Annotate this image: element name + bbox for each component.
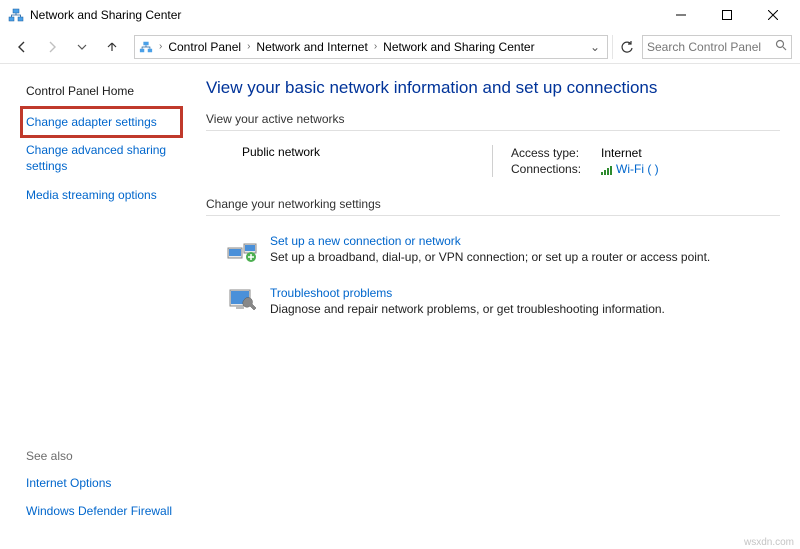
maximize-button[interactable] (704, 0, 750, 30)
recent-locations-button[interactable] (68, 33, 96, 61)
breadcrumb-item[interactable]: Control Panel (164, 36, 245, 58)
sidebar-item-internet-options[interactable]: Internet Options (26, 469, 181, 497)
breadcrumb-item[interactable]: Network and Sharing Center (379, 36, 538, 58)
watermark: wsxdn.com (744, 537, 794, 548)
troubleshoot-link[interactable]: Troubleshoot problems (270, 286, 665, 300)
navbar: › Control Panel › Network and Internet ›… (0, 30, 800, 64)
divider (206, 130, 780, 131)
main-panel: View your basic network information and … (195, 64, 800, 549)
search-icon (775, 39, 787, 54)
sidebar-item-media-streaming[interactable]: Media streaming options (26, 181, 181, 209)
troubleshoot-icon (226, 286, 258, 318)
breadcrumb[interactable]: › Control Panel › Network and Internet ›… (134, 35, 608, 59)
access-type-value: Internet (601, 146, 642, 160)
search-input[interactable]: Search Control Panel (642, 35, 792, 59)
divider (206, 215, 780, 216)
change-networking-label: Change your networking settings (206, 197, 780, 211)
chevron-right-icon[interactable]: › (245, 41, 252, 52)
close-button[interactable] (750, 0, 796, 30)
refresh-button[interactable] (612, 35, 640, 59)
back-button[interactable] (8, 33, 36, 61)
sidebar-item-firewall[interactable]: Windows Defender Firewall (26, 497, 181, 525)
access-type-label: Access type: (511, 146, 591, 160)
sidebar: Control Panel Home Change adapter settin… (0, 64, 195, 549)
wifi-signal-icon (601, 165, 612, 175)
active-networks-label: View your active networks (206, 112, 780, 126)
chevron-down-icon[interactable]: ⌄ (585, 40, 605, 54)
setup-connection-item: Set up a new connection or network Set u… (206, 226, 780, 278)
network-sharing-icon (135, 40, 157, 54)
see-also-label: See also (26, 443, 181, 469)
content: Control Panel Home Change adapter settin… (0, 64, 800, 549)
setup-connection-link[interactable]: Set up a new connection or network (270, 234, 710, 248)
active-network-row: Public network Access type: Internet Con… (206, 141, 780, 191)
breadcrumb-item[interactable]: Network and Internet (252, 36, 371, 58)
forward-button[interactable] (38, 33, 66, 61)
network-sharing-icon (8, 7, 24, 23)
troubleshoot-desc: Diagnose and repair network problems, or… (270, 302, 665, 316)
connection-link[interactable]: Wi-Fi ( ) (601, 162, 659, 176)
setup-network-icon (226, 234, 258, 266)
network-category: Public network (242, 145, 492, 159)
chevron-right-icon[interactable]: › (157, 41, 164, 52)
connection-name: Wi-Fi ( ) (616, 162, 659, 176)
page-heading: View your basic network information and … (206, 78, 780, 98)
setup-connection-desc: Set up a broadband, dial-up, or VPN conn… (270, 250, 710, 264)
connections-label: Connections: (511, 162, 591, 176)
search-placeholder: Search Control Panel (647, 40, 775, 54)
control-panel-home-link[interactable]: Control Panel Home (26, 78, 181, 108)
minimize-button[interactable] (658, 0, 704, 30)
troubleshoot-item: Troubleshoot problems Diagnose and repai… (206, 278, 780, 330)
chevron-right-icon[interactable]: › (372, 41, 379, 52)
titlebar: Network and Sharing Center (0, 0, 800, 30)
sidebar-item-advanced-sharing[interactable]: Change advanced sharing settings (26, 136, 181, 180)
up-button[interactable] (98, 33, 126, 61)
window-title: Network and Sharing Center (30, 8, 181, 22)
sidebar-item-change-adapter[interactable]: Change adapter settings (22, 108, 181, 136)
